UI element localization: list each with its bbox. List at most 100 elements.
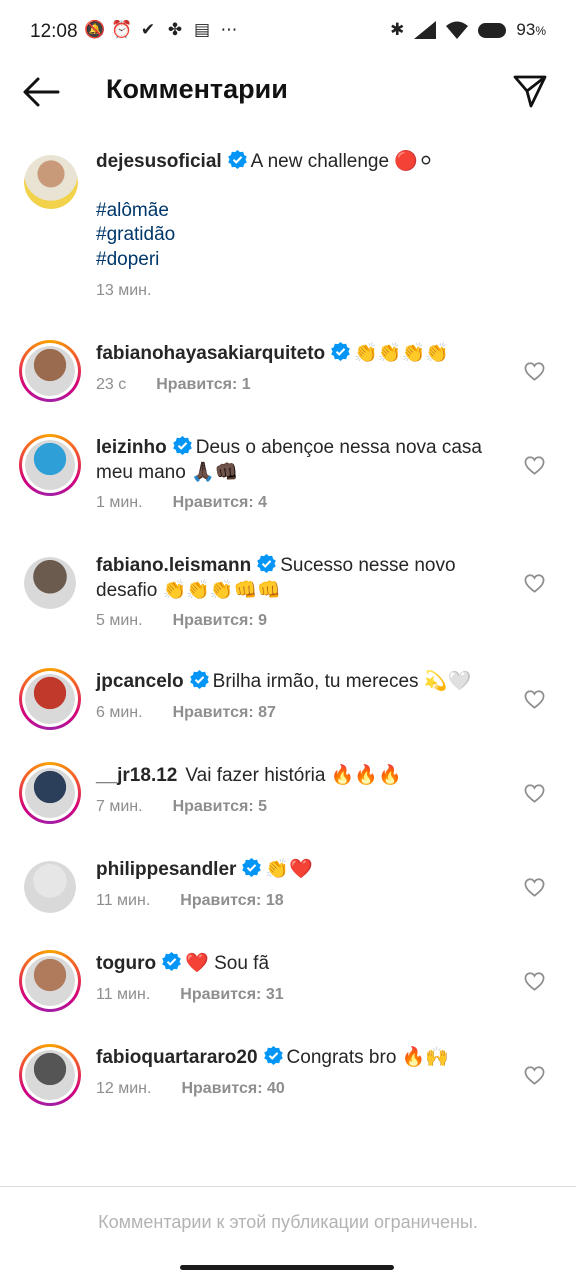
comment-text-line: toguro ❤️ Sou fã [96, 952, 506, 977]
comment-likes[interactable]: Нравится: 1 [156, 376, 250, 394]
comment-meta: 6 мин. Нравится: 87 [96, 704, 506, 722]
comment-time: 11 мин. [96, 985, 151, 1003]
verified-badge-icon [257, 554, 277, 573]
comment-avatar[interactable] [24, 557, 76, 609]
story-ring[interactable] [19, 668, 81, 730]
home-indicator[interactable] [180, 1265, 394, 1270]
comment-time: 7 мин. [96, 797, 143, 815]
like-heart-icon[interactable] [524, 362, 545, 381]
comment-body: toguro ❤️ Sou fã 11 мин. Нравится: 31 [96, 952, 506, 1004]
status-notification-icons: 🔕 ⏰ ✔ ✤ ▤ ⋯ [84, 20, 239, 40]
status-bar: 12:08 🔕 ⏰ ✔ ✤ ▤ ⋯ ✱ 93% [0, 0, 576, 64]
comment-text: 👏❤️ [265, 859, 313, 880]
verified-badge-icon [162, 952, 181, 971]
comment-likes[interactable]: Нравится: 4 [173, 494, 267, 512]
comment-text-line: fabianohayasakiarquiteto 👏👏👏👏 [96, 342, 506, 367]
hashtag-link[interactable]: #doperi [96, 248, 536, 273]
comment-avatar[interactable] [25, 956, 75, 1006]
verified-badge-icon [242, 858, 262, 877]
like-heart-icon[interactable] [524, 1066, 545, 1085]
caption-time: 13 мин. [96, 282, 152, 299]
like-heart-icon[interactable] [524, 690, 545, 709]
like-heart-icon[interactable] [524, 972, 545, 991]
signal-icon [414, 21, 437, 39]
verified-badge-icon [172, 436, 192, 455]
comment-body: leizinho Deus o abençoe nessa nova casa m… [96, 436, 506, 512]
comment-username[interactable]: fabiano.leismann [96, 555, 251, 576]
comment-avatar[interactable] [25, 440, 75, 490]
comment-text: Brilha irmão, tu mereces 💫🤍 [212, 671, 472, 692]
comment-text: ❤️ Sou fã [185, 953, 270, 974]
verified-badge-icon [227, 150, 247, 169]
comment-username[interactable]: __jr18.12 [96, 765, 177, 786]
caption-text-line: dejesusoficial A new challenge 🔴⚪ [96, 150, 536, 175]
send-icon[interactable] [512, 73, 548, 109]
footer-divider [0, 1186, 576, 1187]
comment-body: __jr18.12 Vai fazer história 🔥🔥🔥 7 мин. Нра… [96, 764, 506, 816]
story-ring[interactable] [19, 762, 81, 824]
comment-text-line: leizinho Deus o abençoe nessa nova casa m… [96, 436, 506, 485]
story-ring[interactable] [19, 434, 81, 496]
caption-hashtags: #alômãe #gratidão #doperi [96, 199, 536, 273]
like-heart-icon[interactable] [524, 574, 545, 593]
comment-avatar[interactable] [25, 674, 75, 724]
story-ring[interactable] [19, 1044, 81, 1106]
comment-text-line: fabioquartararo20 Congrats bro 🔥🙌 [96, 1046, 506, 1071]
comment-username[interactable]: leizinho [96, 437, 167, 458]
comment-meta: 7 мин. Нравится: 5 [96, 798, 506, 816]
comment-meta: 23 с Нравится: 1 [96, 376, 506, 394]
comment-username[interactable]: jpcancelo [96, 671, 184, 692]
comment-text: Congrats bro 🔥🙌 [286, 1047, 449, 1068]
comment-likes[interactable]: Нравится: 87 [173, 704, 276, 722]
comment-likes[interactable]: Нравится: 5 [173, 798, 267, 816]
like-heart-icon[interactable] [524, 456, 545, 475]
wifi-icon [446, 21, 469, 39]
hashtag-link[interactable]: #alômãe [96, 199, 536, 224]
comment-likes[interactable]: Нравится: 40 [181, 1080, 284, 1098]
comment-text: 👏👏👏👏 [354, 343, 449, 364]
comment-likes[interactable]: Нравится: 31 [180, 986, 283, 1004]
comment-body: fabiano.leismann Sucesso nesse novo desaf… [96, 554, 506, 630]
comment-likes[interactable]: Нравится: 9 [173, 612, 267, 630]
comment-text: Vai fazer história 🔥🔥🔥 [185, 765, 402, 786]
comment-time: 5 мин. [96, 612, 143, 629]
caption-meta: 13 мин. [96, 282, 536, 300]
comment-likes[interactable]: Нравится: 18 [180, 892, 283, 910]
status-time: 12:08 [30, 21, 78, 42]
hashtag-link[interactable]: #gratidão [96, 223, 536, 248]
caption-username[interactable]: dejesusoficial [96, 151, 222, 172]
fan-icon: ✤ [167, 20, 183, 39]
verified-badge-icon [263, 1046, 283, 1065]
header: Комментарии [0, 64, 576, 120]
page-title: Комментарии [106, 74, 288, 104]
comment-time: 6 мин. [96, 703, 143, 721]
comment-username[interactable]: fabioquartararo20 [96, 1047, 258, 1068]
comment-avatar[interactable] [24, 861, 76, 913]
comment-username[interactable]: philippesandler [96, 859, 236, 880]
caption-text: A new challenge 🔴⚪ [250, 151, 434, 172]
comment-text-line: jpcancelo Brilha irmão, tu mereces 💫🤍 [96, 670, 506, 695]
caption-avatar[interactable] [24, 155, 78, 209]
comment-time: 23 с [96, 375, 127, 393]
comment-username[interactable]: fabianohayasakiarquiteto [96, 343, 325, 364]
comment-avatar[interactable] [25, 346, 75, 396]
verified-badge-icon [331, 342, 350, 361]
like-heart-icon[interactable] [524, 784, 545, 803]
comment-avatar[interactable] [25, 1050, 75, 1100]
like-heart-icon[interactable] [524, 878, 545, 897]
check-icon: ✔ [140, 20, 156, 39]
more-dots-icon: ⋯ [220, 20, 238, 39]
comment-meta: 1 мин. Нравится: 4 [96, 494, 506, 512]
comment-avatar[interactable] [25, 768, 75, 818]
comment-meta: 11 мин. Нравится: 31 [96, 986, 506, 1004]
back-arrow-icon[interactable] [22, 74, 60, 110]
comment-body: fabianohayasakiarquiteto 👏👏👏👏 23 с Нравится… [96, 342, 506, 394]
story-ring[interactable] [19, 340, 81, 402]
story-ring[interactable] [19, 950, 81, 1012]
comment-body: philippesandler 👏❤️ 11 мин. Нравится: 18 [96, 858, 506, 910]
comment-time: 1 мин. [96, 494, 143, 511]
comment-username[interactable]: toguro [96, 953, 156, 974]
mute-bell-icon: 🔕 [84, 20, 106, 39]
comment-text-line: philippesandler 👏❤️ [96, 858, 506, 883]
comment-time: 11 мин. [96, 891, 151, 909]
